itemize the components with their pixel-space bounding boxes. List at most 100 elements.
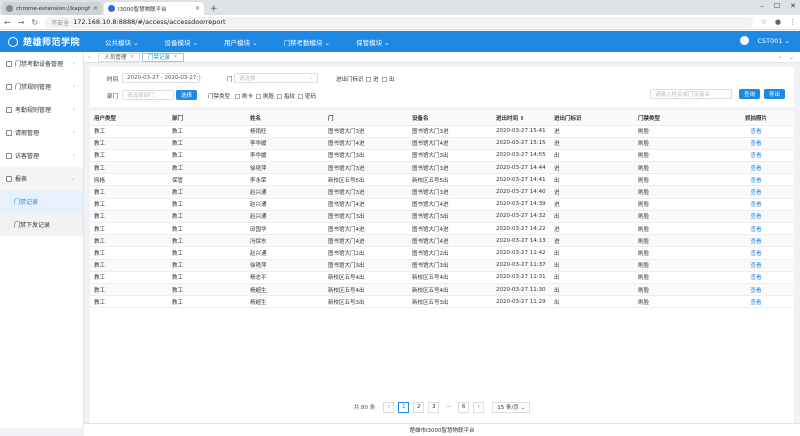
close-icon[interactable]: × [173,54,178,60]
nav-custody[interactable]: 保管模块 ⌄ [343,37,403,47]
cell-access-type: 刷脸 [634,295,718,309]
cell-photo-link[interactable]: 查看 [718,210,794,224]
minimize-icon[interactable]: – [760,2,764,10]
cell-device: 图书馆大门3进 [408,125,492,138]
sidebar-item-reports[interactable]: 报表 ⌄ [0,167,83,190]
cell-name: 徐艳萍 [246,259,324,272]
chevron-right-icon: › [72,60,75,67]
col-dept: 部门 [168,111,246,126]
in-checkbox[interactable]: 进 [366,75,379,83]
tab-menu-icon[interactable]: ⌄ [789,54,794,61]
records-table-panel: 用户类型 部门 姓名 门 设备名 进出时间 ⇕ 进出门标识 门禁类型 抓拍照片 … [90,111,794,423]
out-checkbox[interactable]: 出 [382,75,395,83]
select-dept-button[interactable]: 选择 [176,90,197,100]
back-icon[interactable]: ← [4,18,11,27]
type-fingerprint-checkbox[interactable]: 指纹 [277,92,295,100]
cell-time: 2020-03-27 11:37 [492,259,550,272]
cell-device: 图书馆大门3出 [408,149,492,163]
cell-door: 图书馆大门4进 [324,234,408,248]
cell-photo-link[interactable]: 查看 [718,222,794,236]
type-password-checkbox[interactable]: 密码 [298,92,316,100]
clock-icon [6,106,12,113]
reload-icon[interactable]: ↻ [31,18,38,27]
close-window-icon[interactable]: ✕ [790,2,796,10]
cell-photo-link[interactable]: 查看 [718,246,794,260]
export-button[interactable]: 导出 [764,89,785,99]
page-3[interactable]: 3 [428,401,440,413]
cell-photo-link[interactable]: 查看 [718,234,794,248]
cell-door: 图书馆大门3进 [324,125,408,138]
sidebar-item-label: 门禁考勤设备管理 [15,61,64,68]
sidebar-item-attendance-rules[interactable]: 考勤规则管理 › [0,98,83,121]
page-tabs: ‹ 人员管理 × 门禁记录 × › ⌄ [84,52,800,63]
new-tab-button[interactable]: + [210,4,218,14]
next-page-button[interactable]: › [473,401,485,413]
nav-user[interactable]: 用户模块 ⌄ [211,37,271,47]
sidebar-subitem-issue-records[interactable]: 门禁下发记录 [0,213,83,236]
cell-access-type: 刷脸 [634,271,718,284]
cell-name: 杨超生 [246,295,324,309]
cell-photo-link[interactable]: 查看 [718,259,794,272]
scroll-right-icon[interactable]: › [779,54,781,61]
sidebar-item-access-rules[interactable]: 门禁规则管理 › [0,75,83,98]
sidebar-subitem-access-records[interactable]: 门禁记录 [0,190,83,213]
prev-page-button[interactable]: ‹ [383,401,395,413]
sidebar-item-visitors[interactable]: 访客管理 › [0,144,83,167]
nav-device[interactable]: 设备模块 ⌄ [152,37,212,47]
cell-photo-link[interactable]: 查看 [718,149,794,163]
dept-input[interactable]: 请选择部门 [122,90,174,100]
cell-photo-link[interactable]: 查看 [718,137,794,150]
rule-icon [6,83,12,90]
sidebar-item-devices[interactable]: 门禁考勤设备管理 › [0,52,83,75]
user-menu[interactable]: CST001 ⌄ [740,36,790,45]
url-field[interactable]: 不安全 172.168.10.8:8888/#/access/accessdoo… [45,16,753,28]
forward-icon[interactable]: → [18,18,25,27]
sidebar-item-leave[interactable]: 请假管理 › [0,121,83,144]
page-size-select[interactable]: 15 条/页 ⌄ [492,401,531,413]
table-row: 教工 教工 杨超生 新校区五号3出 新校区五号3出 2020-03-27 11:29 出刷脸… [90,295,794,309]
close-icon[interactable]: × [195,5,200,12]
door-select[interactable]: 请选择 ⌄ [234,73,318,83]
search-input[interactable]: 请输入姓名或门设备名 [650,89,732,99]
nav-access[interactable]: 门禁考勤模块 ⌄ [271,37,344,47]
cell-photo-link[interactable]: 查看 [718,198,794,211]
close-icon[interactable]: × [129,54,134,60]
cell-name: 冯保东 [246,234,324,248]
tab-label: 门禁记录 [148,55,171,61]
close-icon[interactable]: × [93,5,98,12]
cell-time: 2020-03-27 14:44 [492,161,550,175]
bookmark-star-icon[interactable]: ☆ [761,18,767,26]
page-6[interactable]: 6 [458,401,470,413]
cell-photo-link[interactable]: 查看 [718,185,794,199]
nav-public[interactable]: 公共模块 ⌄ [92,37,152,47]
cell-device: 新校区五号3出 [408,295,492,309]
door-label: 门 [227,77,233,83]
cell-photo-link[interactable]: 查看 [718,161,794,175]
tab-access-records[interactable]: 门禁记录 × [142,52,184,62]
maximize-icon[interactable]: ☐ [774,2,780,10]
col-time[interactable]: 进出时间 ⇕ [492,111,550,126]
top-nav: 公共模块 ⌄ 设备模块 ⌄ 用户模块 ⌄ 门禁考勤模块 ⌄ 保管模块 ⌄ [92,37,403,47]
search-button[interactable]: 查询 [739,89,760,99]
cell-photo-link[interactable]: 查看 [718,283,794,297]
tab-personnel[interactable]: 人员管理 × [98,52,141,62]
cell-time: 2020-03-27 14:32 [492,210,550,224]
collapse-left-icon[interactable]: ‹ [88,54,90,61]
type-face-checkbox[interactable]: 刷脸 [256,92,274,100]
page-1[interactable]: 1 [398,401,410,413]
cell-photo-link[interactable]: 查看 [718,271,794,284]
cell-photo-link[interactable]: 查看 [718,173,794,187]
browser-tab-extension[interactable]: chrome-extension://kapngfni × [2,2,102,15]
cell-photo-link[interactable]: 查看 [718,125,794,138]
cell-time: 2020-03-27 14:40 [492,185,550,199]
page-ellipsis[interactable]: ··· [443,402,454,413]
browser-tab-platform[interactable]: I3000智慧物联平台 × [104,2,204,15]
profile-icon[interactable]: ● [775,18,781,26]
menu-icon[interactable]: ⋮ [789,18,796,26]
type-card-checkbox[interactable]: 刷卡 [235,92,253,100]
date-range-input[interactable]: 2020-03-27 - 2020-03-27 ▭ [122,73,202,83]
cell-photo-link[interactable]: 查看 [718,295,794,309]
page-2[interactable]: 2 [413,401,425,413]
table-row: 教工 教工 赵兴通 图书馆大门2出 图书馆大门2出 2020-03-27 11:42 出刷脸… [90,246,794,260]
cell-inout: 出 [550,283,634,297]
